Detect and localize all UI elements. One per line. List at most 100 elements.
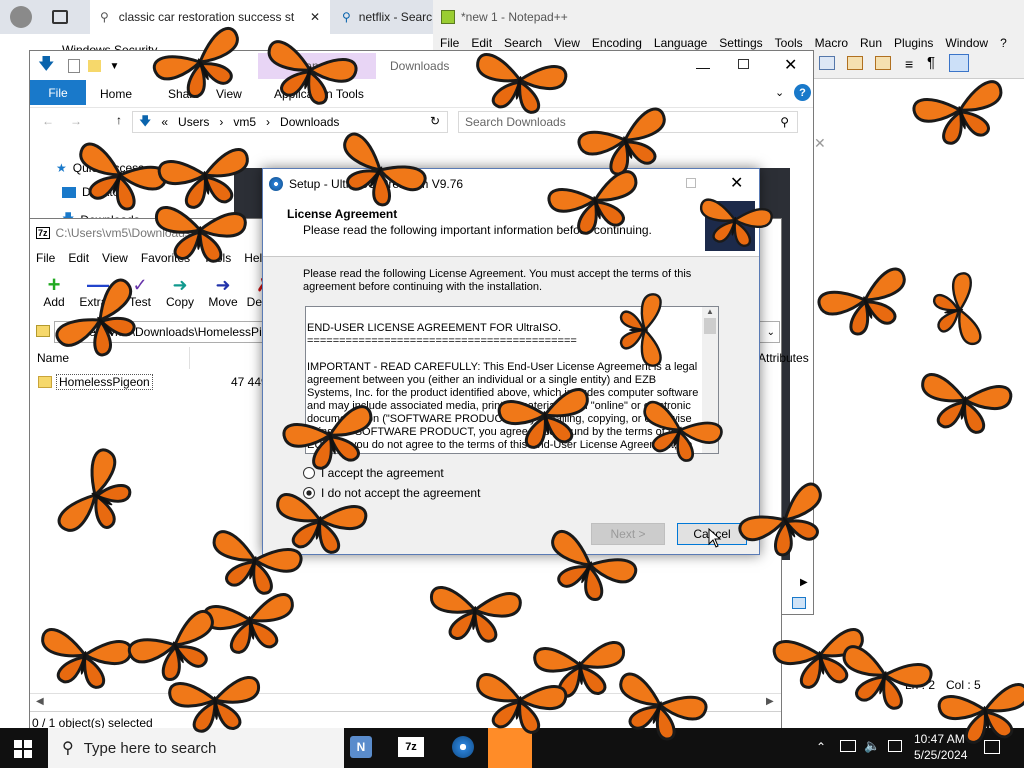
tab-overview-icon[interactable]: [52, 10, 68, 24]
scroll-left-icon[interactable]: ◀: [36, 696, 44, 707]
7zip-menubar: File Edit View Favorites Tools Help: [36, 251, 269, 265]
menu-tools[interactable]: Tools: [775, 36, 803, 50]
scroll-thumb[interactable]: [704, 318, 716, 334]
menu-edit[interactable]: Edit: [471, 36, 492, 50]
breadcrumb-users[interactable]: Users: [178, 115, 209, 129]
menu-language[interactable]: Language: [654, 36, 707, 50]
menu-view[interactable]: View: [554, 36, 580, 50]
horizontal-scrollbar[interactable]: ◀ ▶: [30, 693, 781, 709]
menu-edit[interactable]: Edit: [68, 251, 89, 265]
menu-tools[interactable]: Tools: [203, 251, 231, 265]
breadcrumb-downloads[interactable]: Downloads: [280, 115, 339, 129]
nav-quick-access[interactable]: ★ Quick access: [56, 161, 144, 175]
breadcrumb-vm5[interactable]: vm5: [233, 115, 256, 129]
mouse-cursor-icon: [708, 528, 722, 548]
next-button[interactable]: Next >: [591, 523, 665, 545]
properties-icon[interactable]: [68, 59, 81, 73]
view-toggle-icon[interactable]: [792, 597, 806, 609]
ribbon-manage-tab[interactable]: Manage: [258, 53, 376, 79]
column-header-name[interactable]: Name: [30, 347, 190, 369]
breadcrumb-chevron-icon: ›: [219, 115, 224, 129]
chevron-down-icon[interactable]: ⌄: [767, 327, 775, 338]
up-icon[interactable]: ↑: [116, 113, 122, 127]
move-button[interactable]: ➜ Move: [204, 275, 242, 309]
maximize-icon[interactable]: [686, 178, 696, 188]
toolbar-icon[interactable]: [819, 56, 835, 70]
menu-encoding[interactable]: Encoding: [592, 36, 642, 50]
folder-up-icon[interactable]: [36, 325, 50, 337]
clock-date[interactable]: 5/25/2024: [914, 748, 967, 762]
column-header-attributes[interactable]: Attributes: [758, 351, 809, 365]
tray-up-icon[interactable]: ⌃: [816, 740, 826, 754]
add-button[interactable]: + Add: [36, 274, 72, 310]
forward-icon[interactable]: →: [70, 114, 82, 128]
address-bar[interactable]: 🡇 « Users › vm5 › Downloads: [132, 111, 448, 133]
vertical-scrollbar[interactable]: ▲: [702, 307, 718, 453]
accept-radio[interactable]: I accept the agreement: [303, 466, 444, 480]
close-icon[interactable]: ✕: [814, 135, 826, 152]
notepad-editor[interactable]: [813, 78, 1024, 105]
minimize-icon[interactable]: —: [696, 59, 710, 75]
menu-favorites[interactable]: Favorites: [141, 251, 190, 265]
notification-icon[interactable]: [984, 740, 1000, 754]
folder-icon[interactable]: [88, 60, 102, 72]
user-avatar-icon[interactable]: [10, 6, 32, 28]
scroll-up-icon[interactable]: ▲: [702, 307, 718, 316]
notepadpp-taskbar-icon[interactable]: N: [350, 736, 372, 758]
ribbon-tab-file[interactable]: File: [30, 80, 86, 105]
toolbar-icon[interactable]: [847, 56, 863, 70]
ribbon-tab-home[interactable]: Home: [100, 87, 132, 101]
keyboard-icon[interactable]: [888, 740, 902, 752]
decline-radio[interactable]: I do not accept the agreement: [303, 486, 480, 500]
wrap-icon[interactable]: ≡: [905, 56, 913, 72]
browser-tab[interactable]: ⚲ netflix - Searc: [336, 0, 440, 34]
nav-desktop[interactable]: Desktop: [62, 185, 126, 199]
active-app-taskbar-icon[interactable]: [488, 728, 532, 768]
scroll-right-icon[interactable]: ▶: [766, 696, 774, 707]
ribbon-tab-app-tools[interactable]: Application Tools: [274, 87, 364, 101]
clock-time[interactable]: 10:47 AM: [914, 732, 965, 746]
7zip-taskbar-icon[interactable]: 7z: [398, 737, 424, 757]
copy-button[interactable]: ➜ Copy: [162, 275, 198, 309]
menu-plugins[interactable]: Plugins: [894, 36, 933, 50]
ultraiso-taskbar-icon[interactable]: [452, 736, 474, 758]
toolbar-label: Move: [208, 295, 238, 309]
license-textbox[interactable]: END-USER LICENSE AGREEMENT FOR UltraISO.…: [305, 306, 719, 454]
extract-button[interactable]: — Extract: [74, 274, 122, 310]
browser-tab-active[interactable]: ⚲ classic car restoration success st ✕: [90, 0, 330, 34]
explorer-scroll-right-icon[interactable]: ▶: [800, 577, 808, 588]
taskbar-search-placeholder: Type here to search: [83, 739, 217, 757]
menu-search[interactable]: Search: [504, 36, 542, 50]
menu-help[interactable]: ?: [1000, 36, 1007, 50]
refresh-icon[interactable]: ↻: [430, 114, 440, 128]
search-box[interactable]: Search Downloads ⚲: [458, 111, 798, 133]
ribbon-tab-view[interactable]: View: [216, 87, 242, 101]
close-icon[interactable]: ✕: [730, 173, 743, 193]
toolbar-icon[interactable]: [875, 56, 891, 70]
menu-window[interactable]: Window: [945, 36, 988, 50]
file-name: HomelessPigeon: [56, 374, 153, 390]
ribbon-expand-icon[interactable]: ⌄: [775, 86, 784, 99]
close-icon[interactable]: ✕: [784, 55, 797, 75]
test-button[interactable]: ✓ Test: [122, 275, 158, 309]
help-icon[interactable]: ?: [794, 84, 811, 101]
menu-file[interactable]: File: [440, 36, 459, 50]
network-icon[interactable]: [840, 740, 856, 752]
menu-view[interactable]: View: [102, 251, 128, 265]
menu-file[interactable]: File: [36, 251, 55, 265]
taskbar-search-box[interactable]: ⚲ Type here to search: [48, 728, 344, 768]
back-icon[interactable]: ←: [42, 114, 54, 128]
volume-icon[interactable]: 🔈: [864, 738, 880, 754]
menu-macro[interactable]: Macro: [815, 36, 848, 50]
down-arrow-icon[interactable]: 🡇: [38, 53, 54, 80]
indent-icon[interactable]: [949, 54, 969, 72]
maximize-icon[interactable]: [738, 59, 749, 69]
dropdown-icon[interactable]: ▼: [109, 61, 119, 72]
menu-settings[interactable]: Settings: [719, 36, 762, 50]
search-icon: ⚲: [100, 10, 109, 24]
ribbon-tab-share[interactable]: Share: [168, 87, 200, 101]
pilcrow-icon[interactable]: ¶: [927, 54, 935, 71]
menu-run[interactable]: Run: [860, 36, 882, 50]
close-icon[interactable]: ✕: [310, 10, 320, 24]
start-windows-icon[interactable]: [14, 740, 32, 758]
